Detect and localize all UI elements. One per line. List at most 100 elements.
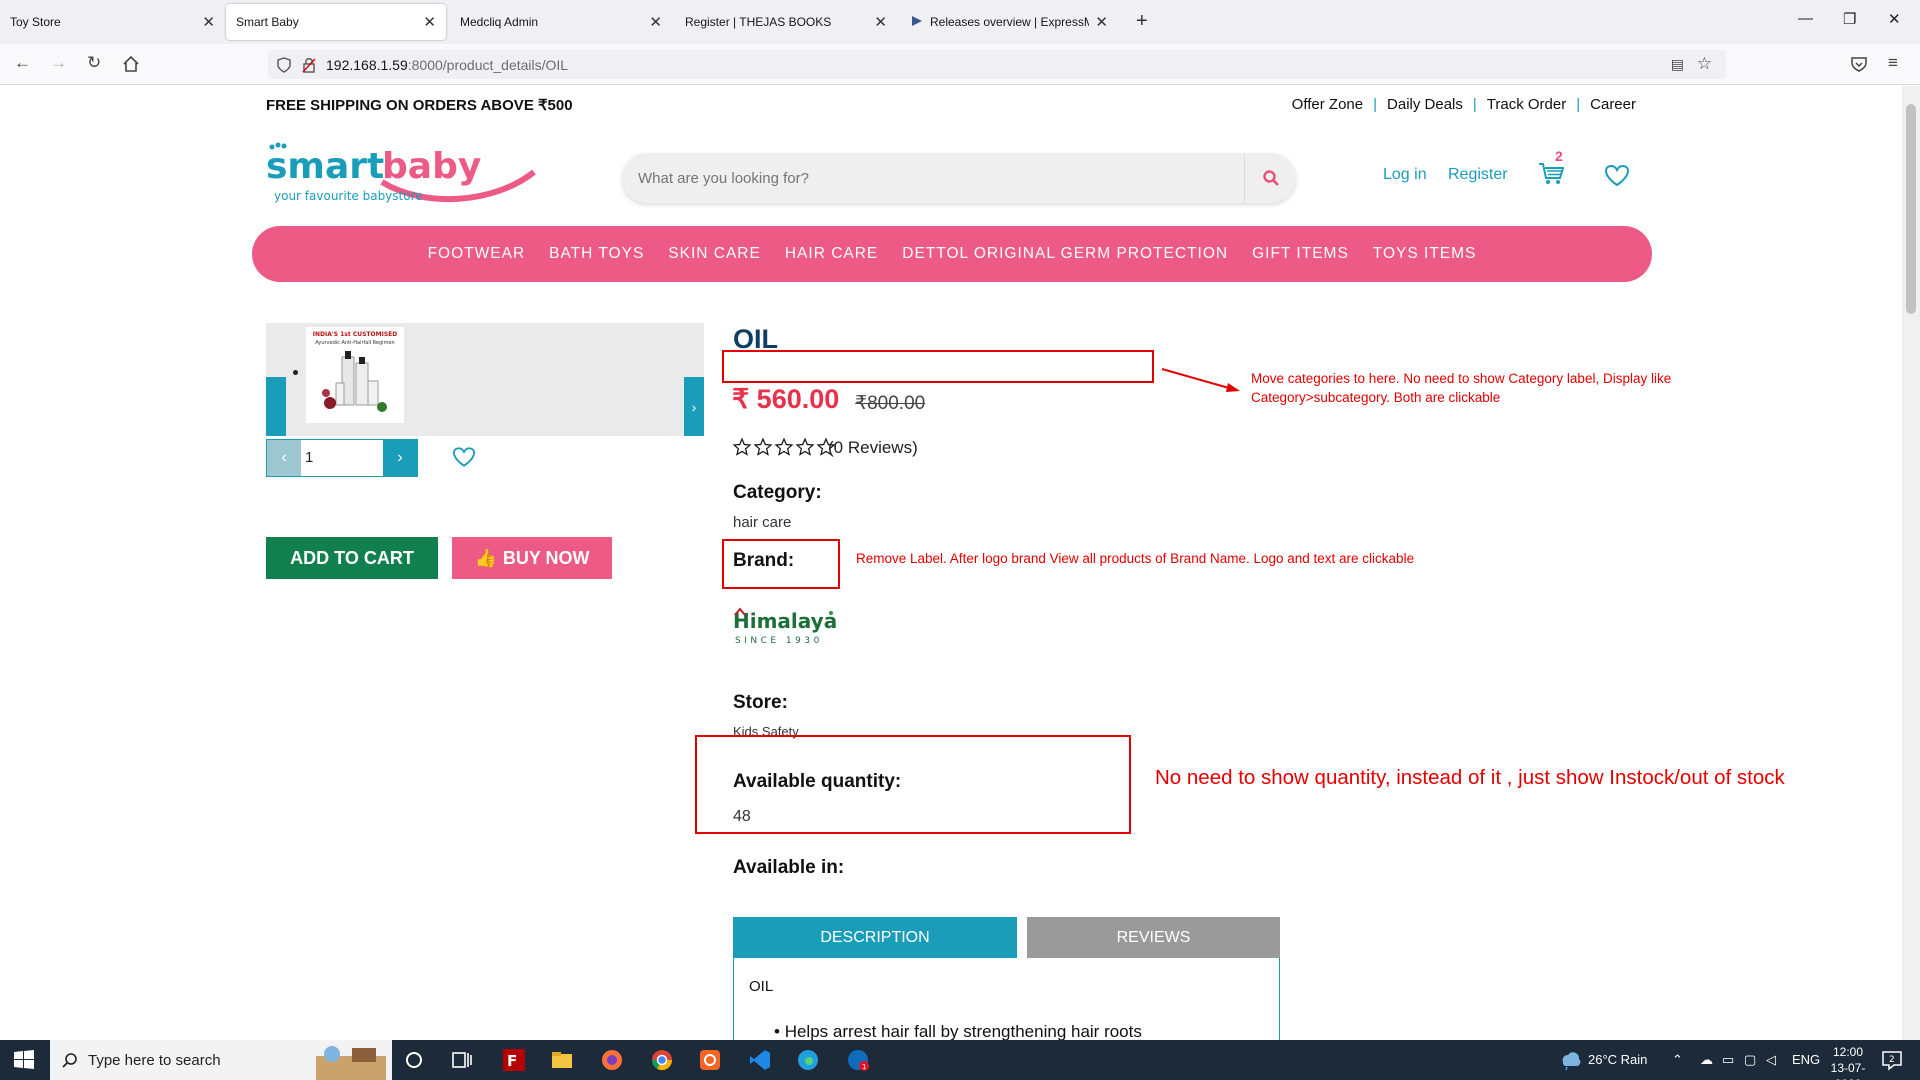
gallery-next-button[interactable]: › — [684, 377, 704, 436]
windows-start-icon[interactable] — [12, 1048, 36, 1072]
register-link[interactable]: Register — [1448, 166, 1508, 184]
notification-icon[interactable]: 2 — [1880, 1048, 1904, 1072]
back-icon[interactable]: ← — [14, 53, 31, 73]
annotation-arrow-icon — [1161, 368, 1240, 392]
carousel-dot[interactable] — [293, 370, 298, 375]
scrollbar-thumb[interactable] — [1906, 104, 1916, 314]
daily-deals-link[interactable]: Daily Deals — [1387, 96, 1463, 113]
browser-tab-bar: Toy Store ✕ Smart Baby ✕ Medcliq Admin ✕… — [0, 0, 1920, 44]
gallery-prev-button[interactable] — [266, 377, 286, 436]
tab-medcliq-admin[interactable]: Medcliq Admin ✕ — [450, 4, 672, 40]
tab-smart-baby[interactable]: Smart Baby ✕ — [226, 4, 446, 40]
insecure-lock-icon[interactable] — [302, 57, 316, 73]
offer-zone-link[interactable]: Offer Zone — [1292, 96, 1363, 113]
tab-thejas-books[interactable]: Register | THEJAS BOOKS ✕ — [675, 4, 897, 40]
bookmark-star-icon[interactable]: ☆ — [1697, 54, 1712, 74]
category-value[interactable]: hair care — [733, 514, 791, 531]
monitor-icon[interactable]: ▢ — [1744, 1052, 1756, 1068]
weather-text[interactable]: 26°C Rain — [1588, 1052, 1647, 1067]
reload-icon[interactable]: ↻ — [87, 53, 101, 73]
chrome-icon[interactable] — [650, 1048, 674, 1072]
annotation-box-brand — [722, 539, 840, 589]
search-input[interactable] — [638, 153, 1238, 203]
annotation-note-category: Move categories to here. No need to show… — [1251, 371, 1672, 405]
menu-item-hair-care[interactable]: HAIR CARE — [785, 245, 878, 263]
svg-text:SINCE 1930: SINCE 1930 — [735, 636, 823, 646]
tab-expressmed[interactable]: Releases overview | ExpressMed ✕ — [900, 4, 1118, 40]
pocket-icon[interactable] — [1850, 56, 1868, 72]
quantity-value[interactable]: 1 — [305, 449, 313, 466]
close-window-button[interactable]: ✕ — [1888, 10, 1901, 28]
smart-baby-logo: smart baby your favourite babystore — [266, 142, 536, 203]
search-icon — [62, 1053, 77, 1068]
restore-button[interactable]: ❐ — [1843, 10, 1856, 28]
svg-text:baby: baby — [382, 146, 481, 187]
language-indicator[interactable]: ENG — [1792, 1052, 1820, 1067]
wishlist-heart-icon[interactable] — [1605, 165, 1629, 186]
menu-item-footwear[interactable]: FOOTWEAR — [428, 245, 526, 263]
shield-icon[interactable] — [276, 56, 292, 73]
chevron-up-icon[interactable]: ⌃ — [1672, 1052, 1683, 1068]
image-caption-2: Ayurvedic Anti-Hairfall Regimen — [315, 340, 394, 346]
mail-icon[interactable]: 1 — [846, 1048, 870, 1072]
free-shipping-banner: FREE SHIPPING ON ORDERS ABOVE ₹500 — [266, 97, 573, 114]
close-icon[interactable]: ✕ — [1095, 13, 1108, 31]
page-scrollbar[interactable] — [1902, 86, 1920, 1040]
quantity-increase-button[interactable]: › — [383, 440, 417, 476]
url-host: 192.168.1.59 — [326, 56, 408, 73]
file-explorer-icon[interactable] — [550, 1048, 574, 1072]
weather-rain-icon[interactable] — [1558, 1048, 1582, 1072]
annotation-box-quantity — [695, 735, 1131, 834]
minimize-button[interactable]: — — [1798, 10, 1813, 27]
close-icon[interactable]: ✕ — [423, 13, 436, 31]
vscode-icon[interactable] — [748, 1048, 772, 1072]
hamburger-menu-icon[interactable]: ≡ — [1888, 53, 1898, 73]
product-image[interactable]: INDIA'S 1st CUSTOMISED Ayurvedic Anti-Ha… — [306, 327, 404, 423]
menu-item-gift-items[interactable]: GIFT ITEMS — [1252, 245, 1349, 263]
add-to-wishlist-heart-icon[interactable] — [453, 447, 475, 467]
search-button[interactable] — [1244, 153, 1296, 203]
add-to-cart-button[interactable]: ADD TO CART — [266, 537, 438, 579]
tab-reviews[interactable]: REVIEWS — [1027, 917, 1280, 958]
brand-logo[interactable]: Himalaya SINCE 1930 — [733, 607, 837, 652]
description-panel: OIL • Helps arrest hair fall by strength… — [733, 958, 1280, 1040]
login-link[interactable]: Log in — [1383, 166, 1427, 184]
filezilla-icon[interactable]: F — [502, 1048, 526, 1072]
tab-toy-store[interactable]: Toy Store ✕ — [0, 4, 225, 40]
task-view-icon[interactable] — [450, 1048, 474, 1072]
clock[interactable]: 12:00 13-07-2022 — [1822, 1044, 1874, 1080]
menu-item-bath-toys[interactable]: BATH TOYS — [549, 245, 644, 263]
track-order-link[interactable]: Track Order — [1487, 96, 1566, 113]
battery-icon[interactable]: ▭ — [1722, 1052, 1734, 1068]
career-link[interactable]: Career — [1590, 96, 1636, 113]
forward-icon[interactable]: → — [50, 53, 67, 73]
annotation-box-category — [722, 350, 1154, 383]
menu-item-dettol[interactable]: DETTOL ORIGINAL GERM PROTECTION — [902, 245, 1228, 263]
flag-icon — [912, 16, 922, 26]
cortana-icon[interactable] — [402, 1048, 426, 1072]
chevron-right-icon: › — [691, 398, 697, 415]
url-bar[interactable]: 192.168.1.59:8000/product_details/OIL ▤ … — [268, 50, 1726, 79]
review-count[interactable]: (0 Reviews) — [828, 438, 918, 458]
reader-view-icon[interactable]: ▤ — [1671, 56, 1684, 73]
site-logo[interactable]: smart baby your favourite babystore — [264, 142, 544, 210]
volume-icon[interactable]: ◁ — [1766, 1052, 1776, 1068]
buy-now-button[interactable]: 👍 BUY NOW — [452, 537, 612, 579]
star-rating-icon — [733, 438, 836, 456]
close-icon[interactable]: ✕ — [649, 13, 662, 31]
menu-item-toys-items[interactable]: TOYS ITEMS — [1373, 245, 1477, 263]
firefox-icon[interactable] — [600, 1048, 624, 1072]
close-icon[interactable]: ✕ — [202, 13, 215, 31]
network-icon[interactable]: ☁ — [1700, 1052, 1713, 1068]
tab-description[interactable]: DESCRIPTION — [733, 917, 1017, 958]
home-icon[interactable] — [122, 55, 140, 73]
edge-icon[interactable] — [796, 1048, 820, 1072]
close-icon[interactable]: ✕ — [874, 13, 887, 31]
cart-icon[interactable] — [1538, 162, 1564, 186]
product-gallery: INDIA'S 1st CUSTOMISED Ayurvedic Anti-Ha… — [266, 323, 704, 436]
app-icon[interactable] — [698, 1048, 722, 1072]
taskbar-search[interactable]: Type here to search — [50, 1040, 392, 1080]
menu-item-skin-care[interactable]: SKIN CARE — [668, 245, 761, 263]
new-tab-button[interactable]: + — [1136, 10, 1148, 33]
quantity-decrease-button[interactable]: ‹ — [267, 440, 301, 476]
